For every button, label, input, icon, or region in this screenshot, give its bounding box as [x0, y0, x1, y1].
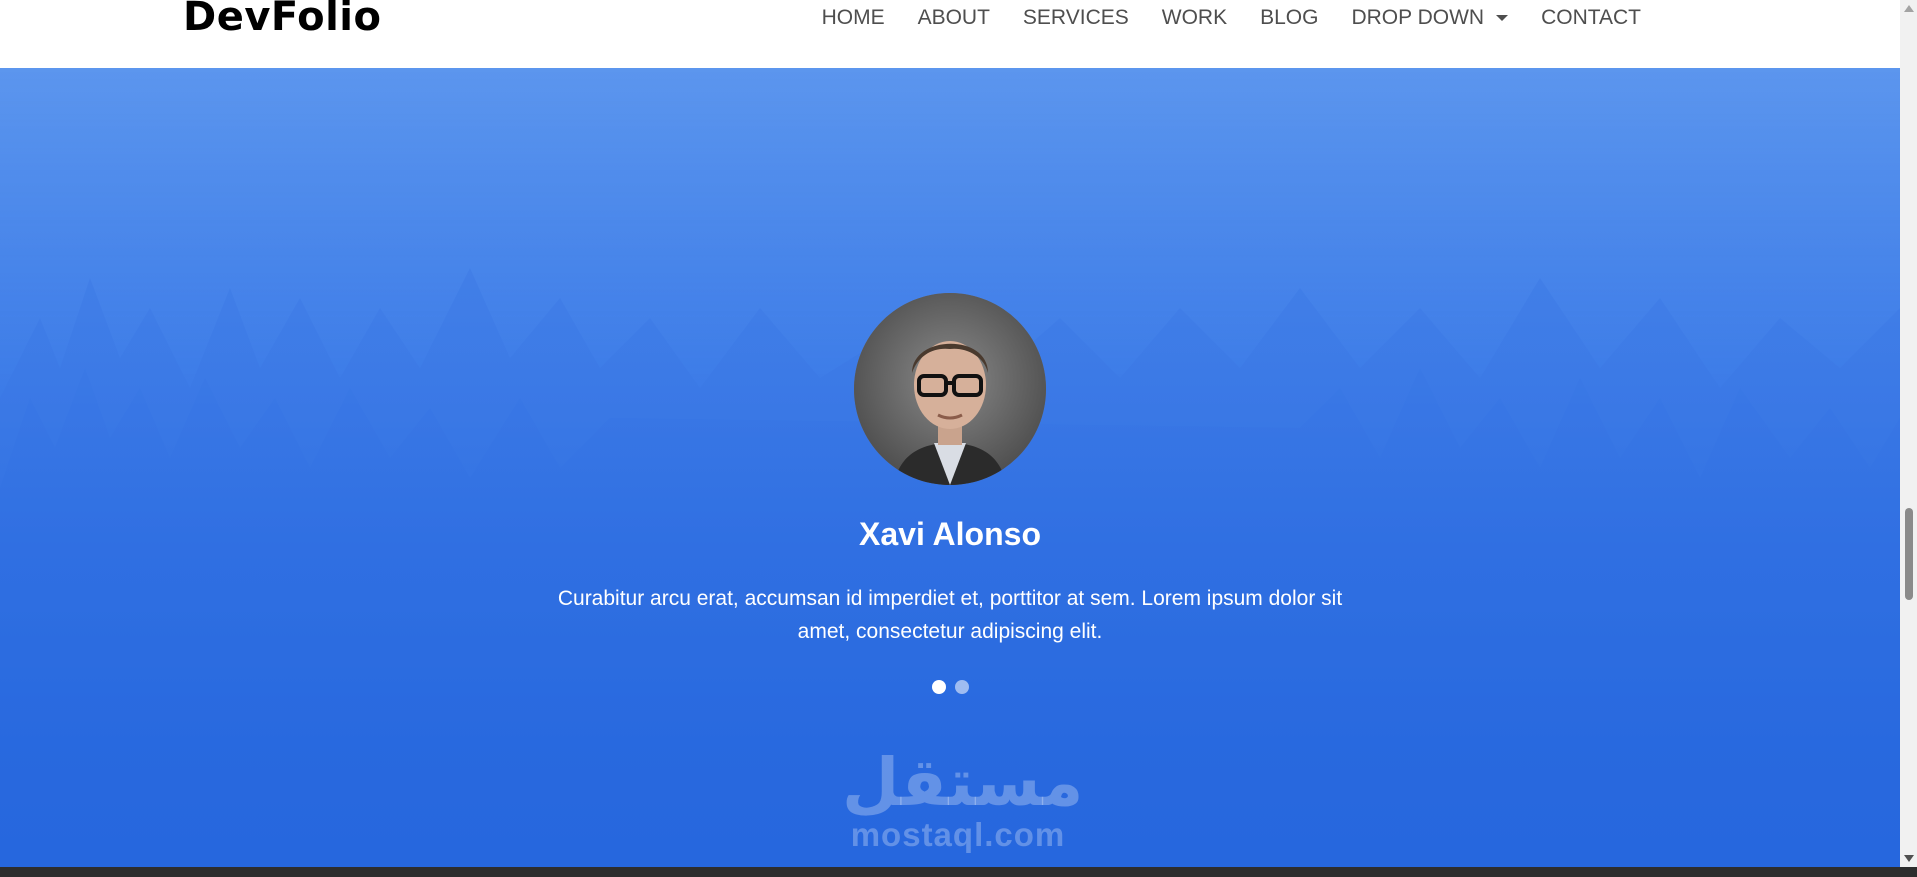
nav-blog-label: BLOG	[1260, 6, 1319, 29]
scrollbar-thumb[interactable]	[1905, 508, 1913, 600]
nav-dropdown-label: DROP DOWN	[1351, 6, 1485, 29]
avatar	[854, 293, 1046, 485]
nav-work[interactable]: WORK	[1162, 6, 1227, 30]
brand-logo[interactable]: DevFolio	[183, 0, 382, 40]
nav-home[interactable]: HOME	[822, 6, 885, 30]
nav-services-label: SERVICES	[1022, 6, 1129, 29]
watermark-latin-text: mostaql.com	[850, 816, 1066, 853]
testimonial-section: Xavi Alonso Curabitur arcu erat, accumsa…	[0, 68, 1900, 867]
nav-home-label: HOME	[821, 6, 885, 29]
nav-work-label: WORK	[1161, 6, 1228, 29]
mostaql-watermark: مستقل mostaql.com	[842, 744, 1084, 853]
carousel-pagination	[0, 680, 1900, 694]
nav-contact-label: CONTACT	[1541, 6, 1641, 29]
nav-contact[interactable]: CONTACT	[1541, 6, 1641, 30]
testimonial-author-name: Xavi Alonso	[859, 516, 1041, 552]
nav-about[interactable]: ABOUT	[918, 6, 990, 30]
nav-blog[interactable]: BLOG	[1260, 6, 1318, 30]
caret-down-icon	[1496, 15, 1509, 21]
person-portrait-icon	[854, 293, 1046, 485]
nav-services[interactable]: SERVICES	[1023, 6, 1129, 30]
navbar: DevFolio HOME ABOUT SERVICES WORK BLOG D…	[0, 0, 1900, 68]
carousel-dot-2[interactable]	[954, 680, 969, 694]
main-nav: HOME ABOUT SERVICES WORK BLOG DROP DOWN …	[789, 4, 1641, 32]
taskbar	[0, 867, 1917, 877]
scroll-down-icon[interactable]	[1904, 855, 1914, 862]
scroll-up-icon[interactable]	[1904, 5, 1914, 12]
nav-about-label: ABOUT	[917, 6, 990, 29]
nav-dropdown[interactable]: DROP DOWN	[1351, 6, 1509, 30]
carousel-dot-1[interactable]	[931, 680, 946, 694]
browser-viewport: DevFolio HOME ABOUT SERVICES WORK BLOG D…	[0, 0, 1900, 867]
watermark-arabic-text: مستقل	[842, 744, 1084, 821]
testimonial-quote: Curabitur arcu erat, accumsan id imperdi…	[557, 587, 1343, 643]
page-scrollbar[interactable]	[1900, 0, 1917, 867]
